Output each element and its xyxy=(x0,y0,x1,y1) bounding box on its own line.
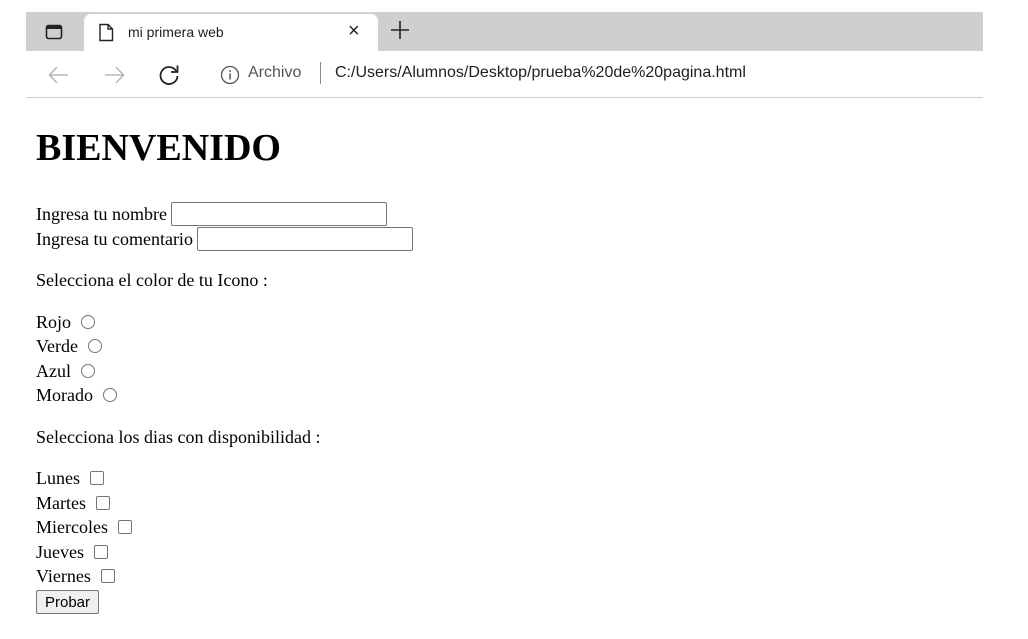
radio-option-rojo: Rojo xyxy=(36,310,936,335)
radio-button[interactable] xyxy=(81,363,95,378)
radio-option-morado: Morado xyxy=(36,383,936,408)
comment-input[interactable] xyxy=(196,226,413,251)
color-radio-group: Rojo Verde Azul Morado xyxy=(36,310,936,408)
checkbox-label: Lunes xyxy=(36,468,80,489)
tab-active[interactable]: mi primera web × xyxy=(84,14,378,51)
tab-strip: mi primera web × xyxy=(26,12,983,51)
radio-option-verde: Verde xyxy=(36,334,936,359)
address-origin-label: Archivo xyxy=(248,64,302,81)
checkbox-label: Miercoles xyxy=(36,517,108,538)
browser-window-chrome: mi primera web × Archivo C:/Users/Alumno… xyxy=(26,12,983,99)
address-url[interactable]: C:/Users/Alumnos/Desktop/prueba%20de%20p… xyxy=(335,64,746,82)
probar-button[interactable]: Probar xyxy=(36,590,100,614)
tab-actions-icon[interactable] xyxy=(38,20,70,44)
name-input[interactable] xyxy=(170,202,387,227)
plus-icon[interactable] xyxy=(388,18,412,42)
checkbox-option-miercoles: Miercoles xyxy=(36,515,936,540)
checkbox[interactable] xyxy=(95,495,110,510)
radio-button[interactable] xyxy=(81,314,96,329)
tab-title: mi primera web xyxy=(128,24,224,40)
radio-label: Verde xyxy=(36,336,78,357)
page-heading: BIENVENIDO xyxy=(36,127,281,169)
comment-row: Ingresa tu comentario xyxy=(36,226,936,252)
checkbox-label: Martes xyxy=(36,492,86,513)
radio-button[interactable] xyxy=(87,339,102,354)
arrow-left-icon[interactable] xyxy=(46,62,72,88)
checkbox[interactable] xyxy=(100,569,115,584)
name-row: Ingresa tu nombre xyxy=(36,202,936,227)
close-tab-icon[interactable]: × xyxy=(348,20,360,42)
radio-option-azul: Azul xyxy=(36,359,936,384)
refresh-icon[interactable] xyxy=(156,62,182,88)
name-label: Ingresa tu nombre xyxy=(36,204,167,225)
address-separator xyxy=(320,62,321,84)
checkbox-label: Jueves xyxy=(36,541,84,562)
checkbox-option-viernes: Viernes xyxy=(36,564,936,589)
radio-label: Rojo xyxy=(36,311,72,332)
radio-label: Morado xyxy=(36,385,93,406)
checkbox-option-jueves: Jueves xyxy=(36,540,936,565)
page-content: BIENVENIDO Ingresa tu nombre Ingresa tu … xyxy=(36,118,936,614)
checkbox-option-martes: Martes xyxy=(36,491,936,516)
days-checkbox-group: Lunes Martes Miercoles Jueves Viernes xyxy=(36,466,936,589)
checkbox-option-lunes: Lunes xyxy=(36,466,936,491)
days-prompt: Selecciona los dias con disponibilidad : xyxy=(36,426,321,447)
arrow-right-icon[interactable] xyxy=(101,62,127,88)
checkbox-label: Viernes xyxy=(36,566,91,587)
checkbox[interactable] xyxy=(90,471,104,486)
checkbox[interactable] xyxy=(94,544,108,559)
checkbox[interactable] xyxy=(117,520,132,535)
address-bar[interactable]: Archivo C:/Users/Alumnos/Desktop/prueba%… xyxy=(202,56,983,92)
radio-button[interactable] xyxy=(103,388,117,403)
info-icon[interactable] xyxy=(220,65,240,90)
page-icon xyxy=(98,23,114,45)
browser-toolbar: Archivo C:/Users/Alumnos/Desktop/prueba%… xyxy=(26,51,983,98)
color-prompt: Selecciona el color de tu Icono : xyxy=(36,270,268,291)
comment-label: Ingresa tu comentario xyxy=(36,228,193,249)
radio-label: Azul xyxy=(36,360,71,381)
